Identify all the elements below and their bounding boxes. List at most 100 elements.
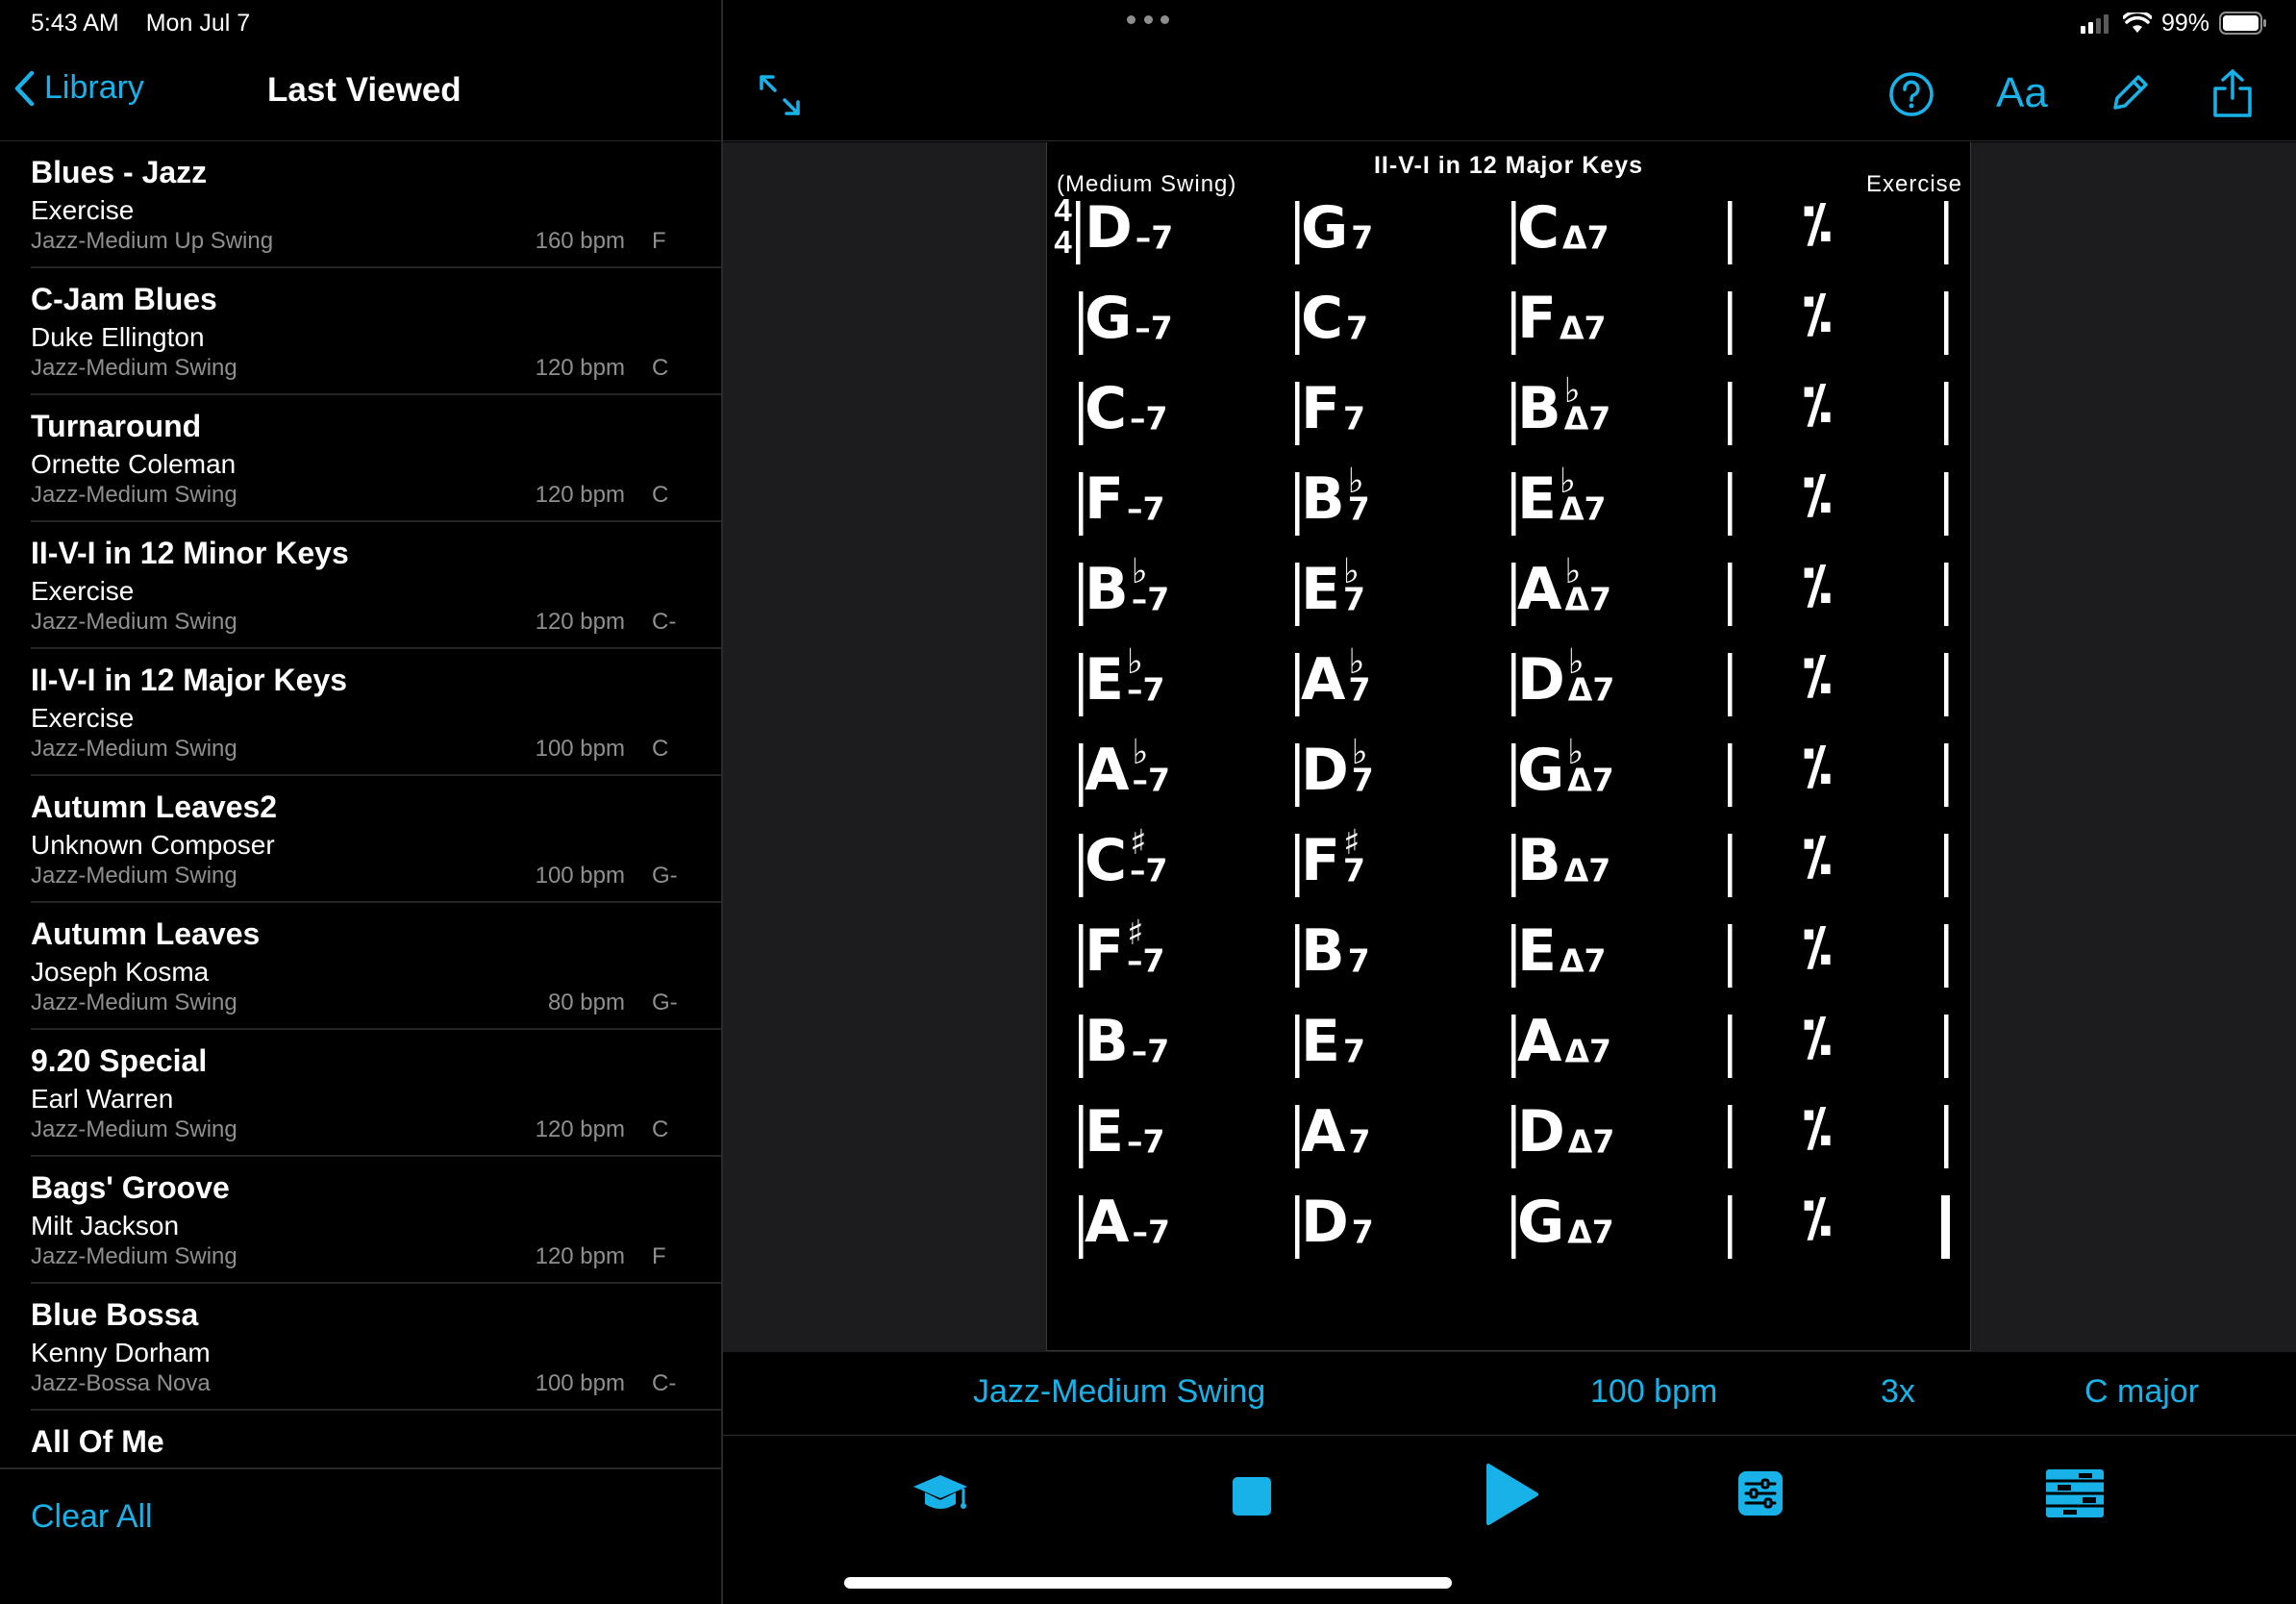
chord-extension: –7 — [1133, 195, 1196, 259]
chord-extension: 7 — [1340, 376, 1404, 439]
chord-extension: Δ7 — [1557, 286, 1620, 349]
measure-repeat-sign: ⁒ — [1803, 557, 1833, 616]
question-circle-icon[interactable] — [1888, 71, 1934, 117]
song-title: II-V-I in 12 Minor Keys — [31, 536, 349, 570]
chord-symbol[interactable]: E ♭ Δ7 — [1517, 461, 1620, 533]
chord-symbol[interactable]: A –7 — [1085, 1190, 1192, 1256]
chord-extension: Δ7 — [1561, 1009, 1625, 1072]
song-list-item[interactable]: Turnaround Ornette Coleman Jazz-Medium Swi… — [31, 395, 721, 522]
time-signature-bottom: 4 — [1054, 224, 1072, 261]
chord-symbol[interactable]: A7 — [1301, 1099, 1409, 1165]
song-list-item[interactable]: Blues - Jazz Exercise Jazz-Medium Up Swing… — [31, 141, 721, 268]
chord-quality: Δ7 — [1567, 1216, 1614, 1252]
barline — [1944, 924, 1949, 988]
chord-extension: –7 — [1129, 1009, 1192, 1072]
chord-symbol[interactable]: E ♭ –7 — [1085, 641, 1187, 714]
chord-symbol[interactable]: D ♭ 7 — [1301, 732, 1412, 804]
song-list-item[interactable]: C-Jam Blues Duke Ellington Jazz-Medium Swi… — [31, 268, 721, 395]
chord-symbol[interactable]: B –7 — [1085, 1009, 1192, 1075]
chord-symbol[interactable]: D7 — [1301, 1190, 1412, 1256]
chord-extension: ♭ 7 — [1345, 461, 1409, 530]
chord-symbol[interactable]: C7 — [1301, 286, 1407, 352]
chord-symbol[interactable]: B ♭ –7 — [1085, 551, 1192, 623]
chord-symbol[interactable]: C Δ7 — [1517, 195, 1623, 262]
song-list-item[interactable]: 9.20 Special Earl Warren Jazz-Medium Swing… — [31, 1030, 721, 1157]
tracks-icon[interactable] — [2044, 1467, 2106, 1519]
graduation-cap-icon[interactable] — [911, 1471, 969, 1519]
chord-symbol[interactable]: A ♭ –7 — [1085, 732, 1192, 804]
chord-symbol[interactable]: B ♭ Δ7 — [1517, 370, 1625, 442]
chord-quality: 7 — [1348, 673, 1371, 710]
chord-symbol[interactable]: F ♯ 7 — [1301, 822, 1404, 894]
chord-symbol[interactable]: A ♭ Δ7 — [1517, 551, 1625, 623]
song-list[interactable]: Blues - Jazz Exercise Jazz-Medium Up Swing… — [0, 141, 721, 1468]
chord-row: A –7 D 7 G Δ7 ⁒ — [1047, 1187, 2296, 1322]
barline — [1511, 743, 1516, 807]
chord-root: A — [1085, 738, 1130, 804]
song-tempo: 100 bpm — [535, 736, 625, 762]
style-selector[interactable]: Jazz-Medium Swing — [973, 1373, 1265, 1411]
chord-symbol[interactable]: F ♯ –7 — [1085, 913, 1187, 985]
chord-root: E — [1301, 1009, 1340, 1075]
chord-symbol[interactable]: A Δ7 — [1517, 1009, 1625, 1075]
play-icon[interactable] — [1483, 1462, 1540, 1527]
chord-symbol[interactable]: F –7 — [1085, 466, 1187, 533]
share-icon[interactable] — [2211, 67, 2254, 119]
chord-quality: Δ7 — [1563, 854, 1611, 890]
chord-symbol[interactable]: E –7 — [1085, 1099, 1187, 1165]
pencil-icon[interactable] — [2108, 71, 2152, 115]
measure-repeat-sign: ⁒ — [1803, 918, 1833, 978]
chord-symbol[interactable]: E Δ7 — [1517, 918, 1620, 985]
key-selector[interactable]: C major — [2084, 1373, 2199, 1411]
song-list-item[interactable]: Autumn Leaves2 Unknown Composer Jazz-Mediu… — [31, 776, 721, 903]
chord-symbol[interactable]: G7 — [1301, 195, 1411, 262]
chord-symbol[interactable]: C –7 — [1085, 376, 1190, 442]
song-composer: Milt Jackson — [31, 1211, 180, 1241]
chord-quality: Δ7 — [1559, 492, 1607, 529]
song-title: Turnaround — [31, 409, 202, 443]
song-list-item[interactable]: II-V-I in 12 Minor Keys Exercise Jazz-Medi… — [31, 522, 721, 649]
chord-symbol[interactable]: B Δ7 — [1517, 828, 1625, 894]
mixer-icon[interactable] — [1736, 1469, 1784, 1517]
chord-symbol[interactable]: D –7 — [1085, 195, 1196, 262]
chord-extension: ♭ Δ7 — [1564, 732, 1628, 801]
chord-quality: 7 — [1342, 1035, 1365, 1071]
chord-symbol[interactable]: D ♭ Δ7 — [1517, 641, 1629, 714]
chord-quality: –7 — [1131, 1035, 1170, 1071]
tempo-selector[interactable]: 100 bpm — [1590, 1373, 1717, 1411]
measure-repeat-sign: ⁒ — [1803, 828, 1833, 888]
chord-symbol[interactable]: E7 — [1301, 1009, 1404, 1075]
chord-symbol[interactable]: C ♯ –7 — [1085, 822, 1190, 894]
song-list-item[interactable]: Bags' Groove Milt Jackson Jazz-Medium Swin… — [31, 1157, 721, 1284]
chord-symbol[interactable]: D Δ7 — [1517, 1099, 1629, 1165]
chord-extension: Δ7 — [1561, 828, 1625, 891]
chord-symbol[interactable]: B ♭ 7 — [1301, 461, 1409, 533]
chord-extension: ♭ Δ7 — [1561, 551, 1625, 620]
clear-all-button[interactable]: Clear All — [31, 1498, 153, 1536]
chord-extension: 7 — [1345, 1099, 1409, 1163]
song-style: Jazz-Bossa Nova — [31, 1370, 211, 1396]
chord-symbol[interactable]: F Δ7 — [1517, 286, 1620, 352]
expand-arrows-icon[interactable] — [758, 73, 802, 117]
song-list-item[interactable]: Autumn Leaves Joseph Kosma Jazz-Medium Swi… — [31, 903, 721, 1030]
repeats-selector[interactable]: 3x — [1881, 1373, 1915, 1411]
font-size-icon[interactable]: Aa — [1996, 69, 2048, 117]
song-key: F — [652, 228, 666, 254]
song-list-item[interactable]: All Of MeGerald Marks — [31, 1411, 721, 1468]
chord-symbol[interactable]: E ♭ 7 — [1301, 551, 1404, 623]
chord-symbol[interactable]: A ♭ 7 — [1301, 641, 1409, 714]
chord-symbol[interactable]: F7 — [1301, 376, 1404, 442]
song-list-item[interactable]: II-V-I in 12 Major Keys Exercise Jazz-Medi… — [31, 649, 721, 776]
chord-symbol[interactable]: G ♭ Δ7 — [1517, 732, 1628, 804]
back-button[interactable]: Library — [13, 69, 144, 107]
lead-sheet[interactable]: II-V-I in 12 Major Keys (Medium Swing) E… — [1046, 142, 1971, 1351]
chord-symbol[interactable]: B7 — [1301, 918, 1409, 985]
song-list-item[interactable]: Blue Bossa Kenny Dorham Jazz-Bossa Nova 100… — [31, 1284, 721, 1411]
chord-extension: ♭ 7 — [1349, 732, 1412, 801]
multitasking-dots[interactable] — [1127, 13, 1169, 25]
home-indicator[interactable] — [844, 1577, 1452, 1589]
barline — [1511, 834, 1516, 897]
stop-icon[interactable] — [1231, 1475, 1273, 1517]
chord-symbol[interactable]: G –7 — [1085, 286, 1195, 352]
chord-symbol[interactable]: G Δ7 — [1517, 1190, 1628, 1256]
